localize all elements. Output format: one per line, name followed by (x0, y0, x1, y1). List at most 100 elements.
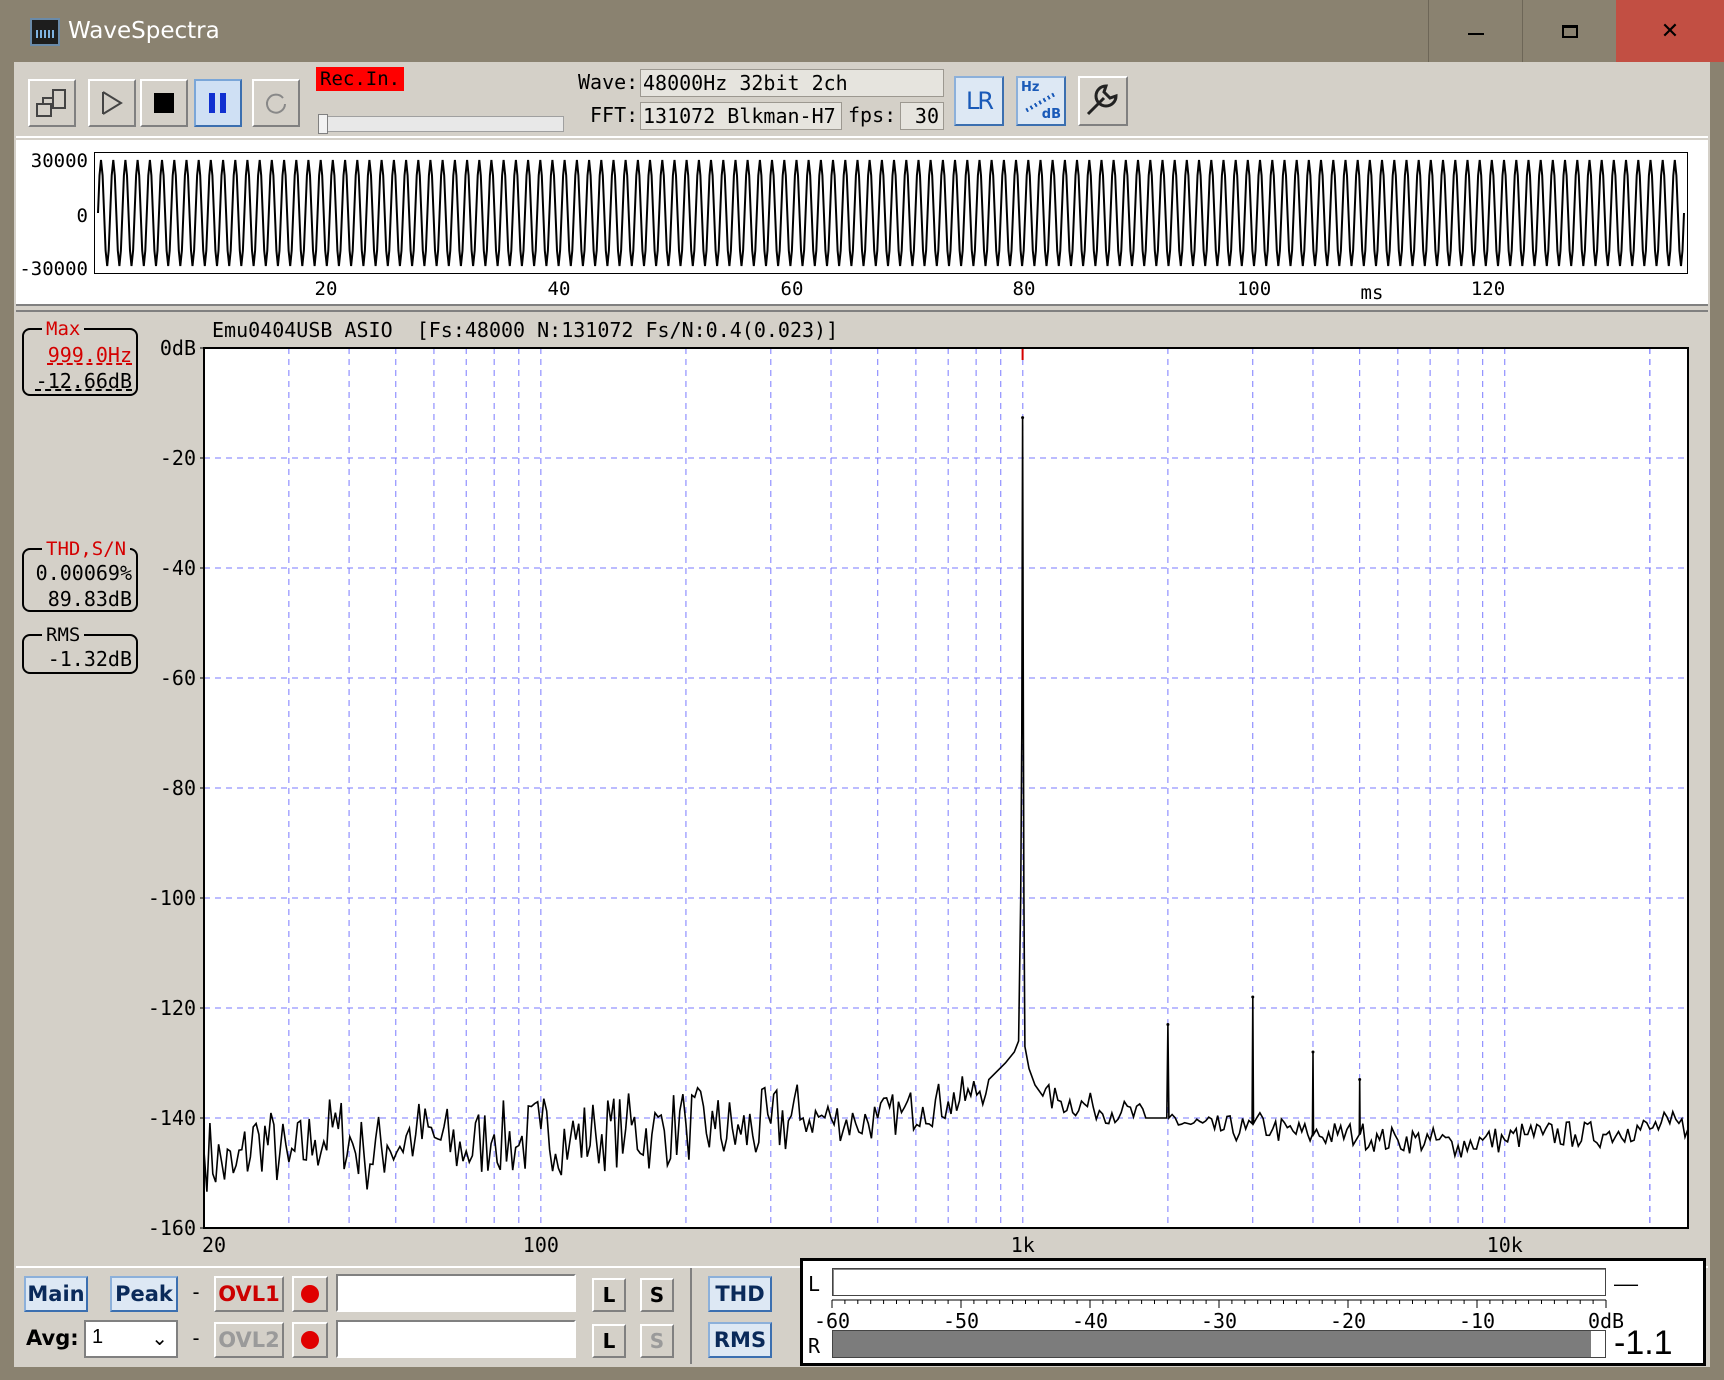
waveform-x-label: 60 (780, 278, 804, 300)
waveform-x-label: 80 (1012, 278, 1036, 300)
waveform-y-label: -30000 (19, 258, 88, 280)
waveform-x-label: 40 (547, 278, 571, 300)
rec-in-badge: Rec.In. (316, 67, 405, 91)
fps-label: fps: (848, 103, 897, 127)
y-tick-label: -100 (148, 886, 196, 910)
play-icon (102, 91, 123, 115)
waveform-x-label: 20 (314, 278, 338, 300)
ovl1-s-button[interactable]: S (640, 1278, 674, 1312)
max-frequency: 999.0Hz (47, 343, 132, 367)
close-button[interactable]: ✕ (1616, 0, 1724, 62)
ovl2-name-field[interactable] (336, 1320, 576, 1358)
ovl1-button[interactable]: OVL1 (214, 1276, 284, 1312)
pause-icon (209, 93, 226, 113)
ovl2-s-button[interactable]: S (640, 1324, 674, 1358)
hz-db-icon: Hz dB (1021, 80, 1061, 122)
maximize-button[interactable] (1522, 0, 1616, 62)
x-tick-label: 20 (202, 1233, 226, 1257)
ovl2-button[interactable]: OVL2 (214, 1322, 284, 1358)
waveform-y-label: 0 (76, 205, 88, 227)
stop-button[interactable] (140, 79, 188, 127)
waveform-x-label: 100 (1236, 278, 1272, 300)
loop-button[interactable] (252, 79, 300, 127)
rms-value: -1.32dB (47, 647, 132, 671)
thd-value: 0.00069% (35, 561, 132, 585)
rms-caption: RMS (42, 624, 85, 646)
avg-value: 1 (92, 1326, 104, 1348)
rec-level-slider[interactable] (322, 116, 564, 132)
max-info-box: Max 999.0Hz -12.66dB (22, 318, 138, 396)
maximize-icon (1561, 24, 1578, 38)
meter-right-fill (833, 1331, 1591, 1357)
scale-settings-button[interactable]: Hz dB (1016, 76, 1066, 126)
window-title: WaveSpectra (68, 18, 220, 44)
max-level: -12.66dB (35, 369, 132, 393)
avg-select[interactable]: 1 ⌄ (84, 1320, 178, 1358)
spectrum-peak-point (1311, 1050, 1315, 1054)
meter-right-label: R (808, 1334, 821, 1358)
waveform-y-label: 30000 (30, 150, 88, 172)
wave-label: Wave: (578, 70, 639, 94)
spectrum-chart: 0dB -20 -40 -60 -80 -100 -120 -140 -16020 100 1k 10… (148, 338, 1689, 1257)
x-tick-label: 100 (523, 1233, 559, 1257)
waveform-x-label: 120 (1470, 278, 1506, 300)
lr-icon: LR (965, 87, 994, 115)
dash-separator: - (190, 1326, 203, 1350)
ovl2-l-button[interactable]: L (592, 1324, 626, 1358)
lr-channel-button[interactable]: LR (954, 76, 1004, 126)
meter-scale-label: -60 (814, 1309, 850, 1332)
main-button[interactable]: Main (24, 1276, 88, 1312)
fft-label: FFT: (590, 103, 639, 127)
spectrum-peak-point (1166, 1023, 1170, 1026)
rec-level-slider-thumb[interactable] (318, 114, 328, 134)
waveform-plot (94, 152, 1688, 274)
thd-sn-caption: THD,S/N (42, 538, 131, 560)
pause-button[interactable] (194, 79, 242, 127)
y-tick-label: -20 (160, 446, 196, 470)
dash-separator: - (190, 1280, 203, 1304)
close-icon: ✕ (1660, 18, 1680, 44)
record-dot-icon (301, 1331, 319, 1349)
x-tick-label: 1k (1011, 1233, 1035, 1257)
fft-settings-field[interactable]: 131072 Blkman-H7 (640, 102, 842, 130)
meter-right-readout: -1.1 (1614, 1324, 1673, 1362)
meter-scale-label: -30 (1201, 1309, 1237, 1332)
chevron-down-icon: ⌄ (151, 1328, 168, 1350)
y-tick-label: -160 (148, 1216, 196, 1240)
spectrum-peak-point (1358, 1078, 1362, 1081)
meter-scale: -60 -50 -40 -30 -20 -10 0dB (814, 1299, 1624, 1332)
device-settings-button[interactable] (28, 79, 76, 127)
rms-button[interactable]: RMS (708, 1322, 772, 1358)
ovl2-record-button[interactable] (292, 1322, 328, 1358)
settings-button[interactable] (1078, 76, 1128, 126)
minimize-button[interactable] (1428, 0, 1522, 62)
thd-sn-info-box: THD,S/N 0.00069% 89.83dB (22, 538, 138, 612)
y-tick-label: 0dB (160, 338, 196, 360)
peak-button[interactable]: Peak (110, 1276, 178, 1312)
fps-field[interactable]: 30 (900, 102, 944, 130)
sn-value: 89.83dB (47, 587, 132, 611)
meter-scale-label: -10 (1459, 1309, 1495, 1332)
stop-icon (154, 93, 174, 113)
ovl1-l-button[interactable]: L (592, 1278, 626, 1312)
record-dot-icon (301, 1285, 319, 1303)
meter-scale-label: -20 (1330, 1309, 1366, 1332)
thd-button[interactable]: THD (708, 1276, 772, 1312)
spectrum-peak-point (1251, 995, 1255, 999)
wave-format-field: 48000Hz 32bit 2ch (640, 69, 944, 97)
wrench-icon (1086, 84, 1118, 116)
loop-icon (266, 93, 286, 114)
play-button[interactable] (88, 79, 136, 127)
divider (690, 1268, 692, 1364)
y-tick-label: -140 (148, 1106, 196, 1130)
avg-label: Avg: (26, 1326, 79, 1350)
meter-left-bar (832, 1268, 1606, 1296)
meter-scale-label: -50 (943, 1309, 979, 1332)
ovl1-record-button[interactable] (292, 1276, 328, 1312)
meter-scale-label: -40 (1072, 1309, 1108, 1332)
rms-info-box: RMS -1.32dB (22, 624, 138, 674)
y-tick-label: -80 (160, 776, 196, 800)
ovl1-name-field[interactable] (336, 1274, 576, 1312)
y-tick-label: -120 (148, 996, 196, 1020)
minimize-icon (1467, 33, 1484, 35)
